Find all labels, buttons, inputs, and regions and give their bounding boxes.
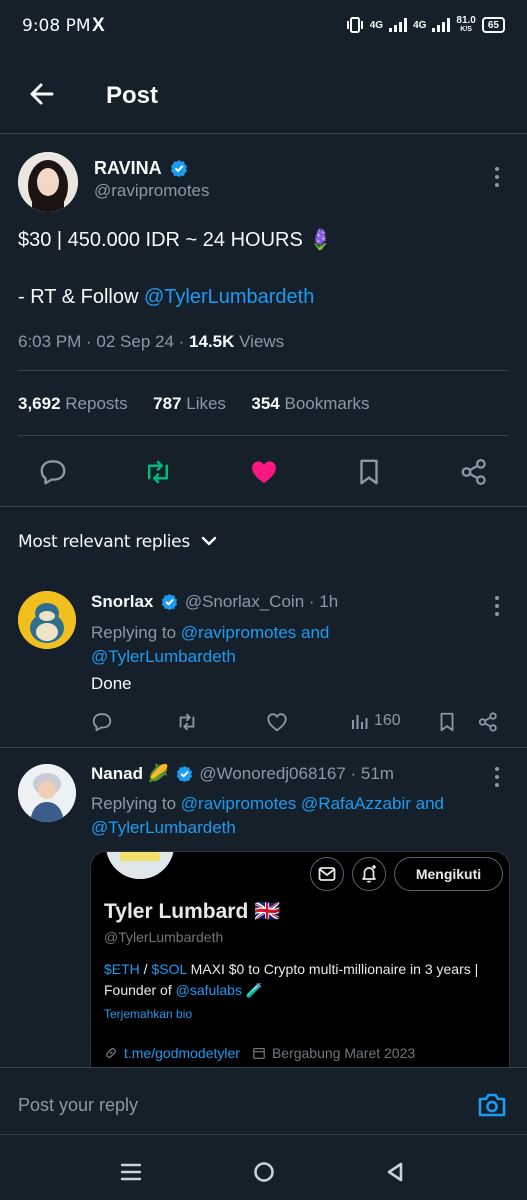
notify-button[interactable] (352, 857, 386, 891)
hyacinth-emoji: 🪻 (308, 229, 334, 251)
like-filled-icon[interactable] (249, 457, 279, 487)
status-indicators: 4G 4G 81.0 K/S 65 (346, 16, 505, 34)
corn-emoji: 🌽 (147, 764, 169, 783)
signal-icon (389, 18, 408, 32)
signal-icon-2 (432, 18, 451, 32)
mention-link[interactable]: @RafaAzzabir (301, 794, 411, 813)
author-handle[interactable]: @ravipromotes (94, 181, 210, 201)
page-title: Post (106, 82, 159, 109)
reply-1-replying-to: Replying to @ravipromotes and @TylerLumb… (91, 623, 330, 666)
post-text-line2: - RT & Follow @TylerLumbardeth (18, 286, 315, 308)
embedded-profile-image[interactable]: Mengikuti Tyler Lumbard 🇬🇧 @TylerLumbard… (90, 851, 510, 1067)
vibrate-icon (346, 17, 363, 33)
status-time: 9:08 PM (22, 16, 91, 36)
share-icon[interactable] (459, 457, 489, 487)
views-count: 14.5K (189, 332, 235, 351)
reply-1-more-icon[interactable] (494, 596, 500, 620)
embed-avatar (103, 852, 177, 882)
reply-2-more-icon[interactable] (494, 767, 500, 791)
reply-1-header: Snorlax @Snorlax_Coin · 1h (91, 592, 338, 612)
avatar-portrait-image (18, 152, 78, 212)
reply-1-divider (0, 747, 527, 748)
bookmark-icon[interactable] (436, 711, 458, 733)
net-speed: 81.0 K/S (456, 15, 476, 34)
uk-flag-emoji: 🇬🇧 (254, 900, 281, 923)
home-icon[interactable] (252, 1160, 276, 1184)
bookmarks-stat[interactable]: 354 Bookmarks (251, 394, 369, 413)
likes-stat[interactable]: 787 Likes (153, 394, 226, 413)
avatar-nanad[interactable] (18, 764, 76, 822)
translate-bio-link[interactable]: Terjemahkan bio (104, 1007, 192, 1021)
stats-divider (18, 435, 509, 436)
reply-1-name[interactable]: Snorlax (91, 592, 153, 611)
avatar-ravina[interactable] (18, 152, 78, 212)
verified-badge-icon (176, 765, 192, 782)
bookmark-icon[interactable] (354, 457, 384, 487)
embed-meta: t.me/godmodetyler Bergabung Maret 2023 (104, 1045, 415, 1061)
reply-1-text: Done (91, 674, 132, 693)
back-arrow-icon[interactable] (28, 80, 56, 108)
reply-2-handle[interactable]: @Wonoredj068167 (199, 764, 345, 783)
recents-icon[interactable] (119, 1161, 143, 1183)
network-label-2: 4G (413, 19, 427, 31)
nav-back-icon[interactable] (383, 1160, 407, 1184)
following-button[interactable]: Mengikuti (394, 857, 503, 891)
replies-sort-dropdown[interactable]: Most relevant replies (18, 532, 217, 552)
mention-link[interactable]: @ravipromotes (181, 794, 297, 813)
post-stats: 3,692 Reposts 787 Likes 354 Bookmarks (18, 394, 370, 414)
nanad-avatar-image (18, 764, 76, 822)
like-icon[interactable] (266, 711, 288, 733)
author-name: RAVINA (94, 158, 162, 178)
battery-icon: 65 (481, 17, 505, 33)
calendar-icon (253, 1048, 265, 1059)
embed-name: Tyler Lumbard 🇬🇧 (104, 900, 281, 923)
verified-badge-icon (171, 160, 188, 178)
repost-icon[interactable] (176, 711, 198, 733)
camera-icon[interactable] (476, 1090, 508, 1120)
reply-1-views[interactable]: 160 (350, 711, 401, 731)
snorlax-avatar-image (18, 591, 76, 649)
mention-link[interactable]: @TylerLumbardeth (144, 286, 314, 308)
reply-icon[interactable] (38, 457, 68, 487)
post-meta: 6:03 PM · 02 Sep 24 · 14.5K Views (18, 332, 285, 351)
x-logo-icon: X (92, 15, 105, 36)
embed-avatar-image (106, 852, 174, 879)
reply-2-replying-to: Replying to @ravipromotes @RafaAzzabir a… (91, 794, 444, 837)
reposts-stat[interactable]: 3,692 Reposts (18, 394, 128, 413)
message-button[interactable] (310, 857, 344, 891)
repost-icon[interactable] (143, 457, 173, 487)
embed-handle: @TylerLumbardeth (104, 929, 224, 945)
post-text-line1: $30 | 450.000 IDR ~ 24 HOURS 🪻 (18, 229, 334, 251)
bell-plus-icon (362, 865, 376, 883)
actions-divider (0, 506, 527, 507)
embed-bio: $ETH / $SOL MAXI $0 to Crypto multi-mill… (104, 961, 479, 998)
reply-2-time: · 51m (350, 764, 394, 783)
replies-sort-label: Most relevant replies (18, 532, 190, 552)
reply-2-header: Nanad 🌽 @Wonoredj068167 · 51m (91, 764, 394, 784)
composer-divider (0, 1067, 527, 1068)
views-icon (352, 715, 368, 729)
meta-divider (18, 370, 509, 371)
verified-badge-icon (161, 593, 178, 610)
chevron-down-icon (201, 536, 217, 546)
more-options-icon[interactable] (494, 167, 500, 191)
reply-icon[interactable] (91, 711, 113, 733)
post-author[interactable]: RAVINA (94, 158, 188, 179)
reply-input[interactable]: Post your reply (18, 1095, 138, 1116)
header-divider (0, 133, 527, 134)
network-label-1: 4G (369, 19, 384, 31)
share-icon[interactable] (477, 711, 499, 733)
reply-1-handle[interactable]: @Snorlax_Coin (185, 592, 304, 611)
avatar-snorlax[interactable] (18, 591, 76, 649)
status-bar: 9:08 PM X 4G 4G 81.0 K/S 65 (0, 0, 527, 52)
reply-2-name[interactable]: Nanad (91, 764, 143, 783)
mention-link[interactable]: @ravipromotes (181, 623, 297, 642)
mention-link[interactable]: @TylerLumbardeth (91, 647, 236, 666)
reply-1-time: · 1h (308, 592, 339, 611)
mention-link[interactable]: @TylerLumbardeth (91, 818, 236, 837)
mail-icon (318, 867, 336, 881)
link-icon (106, 1048, 116, 1058)
nav-divider (0, 1134, 527, 1135)
